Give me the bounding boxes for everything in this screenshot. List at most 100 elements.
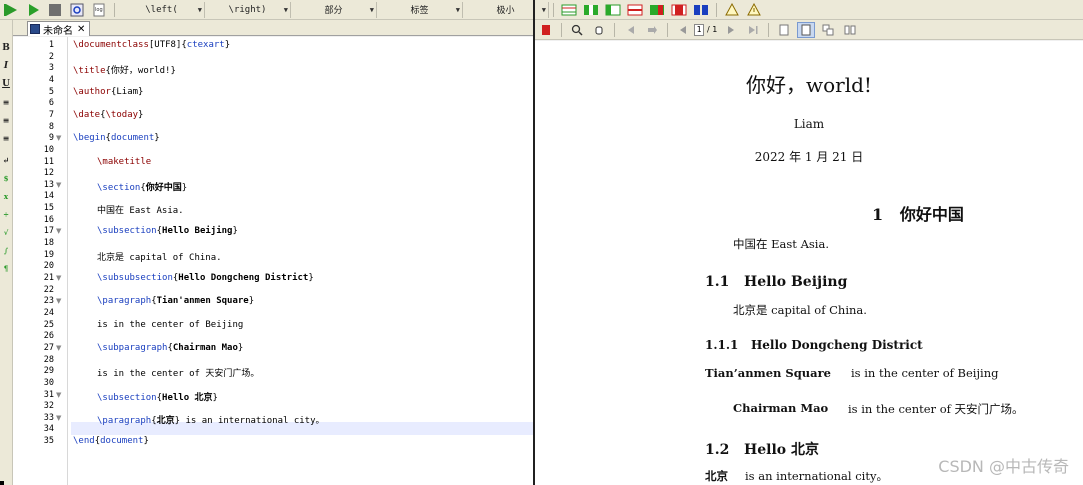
code-line[interactable]: \section{你好中国} — [97, 180, 187, 193]
left-right-icon[interactable]: ∫ — [0, 244, 12, 256]
size-value: 极小 — [496, 6, 515, 16]
code-line[interactable]: \subsection{Hello Beijing} — [97, 226, 238, 236]
subsubsection-title: Hello Dongcheng District — [750, 338, 923, 352]
code-token: \subsection — [97, 226, 157, 237]
format-strip: B I U ≡ ≡ ≡ ↵ $ x ÷ √ ∫ ¶ — [0, 20, 13, 485]
code-token: Tian'anmen Square — [156, 296, 249, 307]
line-number: 30 — [43, 377, 54, 388]
code-line[interactable]: \date{\today} — [73, 110, 143, 120]
sqrt-icon[interactable]: √ — [0, 226, 12, 238]
code-token: Hello 北京 — [162, 392, 213, 403]
label-dropdown[interactable]: 标签 ▼ — [377, 1, 463, 18]
line-number: 34 — [43, 424, 54, 435]
chevron-down-icon: ▼ — [455, 5, 460, 14]
size-dropdown[interactable]: 极小 ▼ — [463, 1, 549, 18]
subsection-title: Hello Beijing — [743, 274, 848, 290]
subscript-icon[interactable]: x — [0, 190, 12, 202]
warning-triangle-alt-icon[interactable] — [745, 2, 763, 18]
align-left-icon[interactable]: ≡ — [0, 96, 12, 108]
document-tab[interactable]: 未命名 ✕ — [27, 21, 91, 37]
fit-page-icon[interactable] — [797, 21, 816, 38]
fit-width-icon[interactable] — [775, 22, 793, 38]
code-token: \paragraph — [97, 415, 152, 426]
line-number: 28 — [43, 354, 54, 365]
line-number: 2 — [48, 51, 54, 62]
chevron-down-icon: ▼ — [541, 5, 546, 14]
newline-icon[interactable]: ↵ — [0, 154, 12, 166]
code-line[interactable]: \end{document} — [73, 436, 149, 446]
code-line[interactable]: \maketitle — [97, 157, 151, 167]
table-row-icon[interactable] — [626, 2, 644, 18]
line-number: 7 — [48, 109, 54, 120]
table-col-icon[interactable] — [582, 2, 600, 18]
underline-icon[interactable]: U — [0, 78, 12, 90]
two-page-icon[interactable] — [841, 22, 859, 38]
page-number-input[interactable]: 1 — [694, 23, 704, 36]
italic-icon[interactable]: I — [0, 60, 12, 72]
code-line[interactable]: is in the center of Beijing — [97, 320, 243, 330]
code-line[interactable]: 北京是 capital of China. — [97, 250, 222, 263]
last-page-icon[interactable] — [744, 22, 762, 38]
pdf-sync-icon[interactable] — [537, 22, 555, 38]
tabular-icon[interactable] — [560, 2, 578, 18]
environment-icon[interactable]: ¶ — [0, 262, 12, 274]
back-icon[interactable] — [674, 22, 692, 38]
line-number: 29 — [43, 366, 54, 377]
compile-icon[interactable] — [24, 2, 42, 18]
code-area[interactable]: \documentclass[UTF8]{ctexart} \title{你好，w… — [71, 37, 533, 485]
view-icon[interactable] — [68, 2, 86, 18]
code-line[interactable]: \subparagraph{Chairman Mao} — [97, 343, 243, 353]
fold-marker-icon[interactable]: ▼ — [56, 227, 61, 235]
close-icon[interactable]: ✕ — [77, 24, 85, 35]
bold-icon[interactable]: B — [0, 42, 12, 54]
first-page-icon[interactable] — [621, 22, 639, 38]
code-token: {你好，world!} — [105, 66, 176, 77]
log-icon[interactable]: log — [90, 2, 108, 18]
search-icon[interactable] — [568, 22, 586, 38]
build-view-icon[interactable] — [2, 2, 20, 18]
code-line[interactable]: \subsection{Hello 北京} — [97, 390, 218, 403]
code-line[interactable]: is in the center of 天安门广场。 — [97, 366, 259, 379]
continuous-icon[interactable] — [819, 22, 837, 38]
table-add-icon[interactable] — [604, 2, 622, 18]
warning-triangle-icon[interactable] — [723, 2, 741, 18]
code-line[interactable]: \paragraph{Tian'anmen Square} — [97, 296, 254, 306]
section-dropdown[interactable]: 部分 ▼ — [291, 1, 377, 18]
table-delete-icon[interactable] — [648, 2, 666, 18]
code-token: 北京是 capital of China. — [97, 252, 222, 263]
fold-marker-icon[interactable]: ▼ — [56, 414, 61, 422]
chevron-down-icon: ▼ — [197, 5, 202, 14]
pdf-preview[interactable]: 你好，world! Liam 2022 年 1 月 21 日 1 你好中国 中国… — [535, 41, 1083, 485]
code-line[interactable]: 中国在 East Asia. — [97, 203, 184, 216]
fold-marker-icon[interactable]: ▼ — [56, 344, 61, 352]
code-line[interactable]: \paragraph{北京} is an international city。 — [97, 413, 325, 426]
fold-marker-icon[interactable]: ▼ — [56, 134, 61, 142]
table-split-icon[interactable] — [692, 2, 710, 18]
forward-icon[interactable] — [722, 22, 740, 38]
code-line[interactable]: \title{你好，world!} — [73, 63, 176, 76]
frac-icon[interactable]: ÷ — [0, 208, 12, 220]
left-delimiter-dropdown[interactable]: \left(▼ — [119, 1, 205, 18]
align-right-icon[interactable]: ≡ — [0, 132, 12, 144]
align-center-icon[interactable]: ≡ — [0, 114, 12, 126]
table-merge-icon[interactable] — [670, 2, 688, 18]
code-line[interactable]: \subsubsection{Hello Dongcheng District} — [97, 273, 314, 283]
code-line[interactable]: \documentclass[UTF8]{ctexart} — [73, 40, 230, 50]
line-number: 33 — [43, 412, 54, 423]
fold-marker-icon[interactable]: ▼ — [56, 181, 61, 189]
code-line[interactable]: \author{Liam} — [73, 87, 143, 97]
line-number: 17 — [43, 226, 54, 237]
code-editor[interactable]: 1 2 3 4 5 6 7 8 9 ▼ 10 11 12 13 ▼ 14 15 16 17 ▼ 18 19 20 21 ▼ 22 2… — [13, 37, 533, 485]
fold-marker-icon[interactable]: ▼ — [56, 274, 61, 282]
fold-marker-icon[interactable]: ▼ — [56, 297, 61, 305]
math-icon[interactable]: $ — [0, 172, 12, 184]
code-token: \documentclass — [73, 40, 149, 50]
toolbar-separator — [716, 2, 717, 17]
prev-page-icon[interactable] — [643, 22, 661, 38]
code-line[interactable]: \begin{document} — [73, 133, 160, 143]
hand-tool-icon[interactable] — [590, 22, 608, 38]
right-delimiter-dropdown[interactable]: \right) ▼ — [205, 1, 291, 18]
stop-icon[interactable] — [46, 2, 64, 18]
subsection-number: 1.1 — [705, 274, 730, 290]
fold-marker-icon[interactable]: ▼ — [56, 391, 61, 399]
